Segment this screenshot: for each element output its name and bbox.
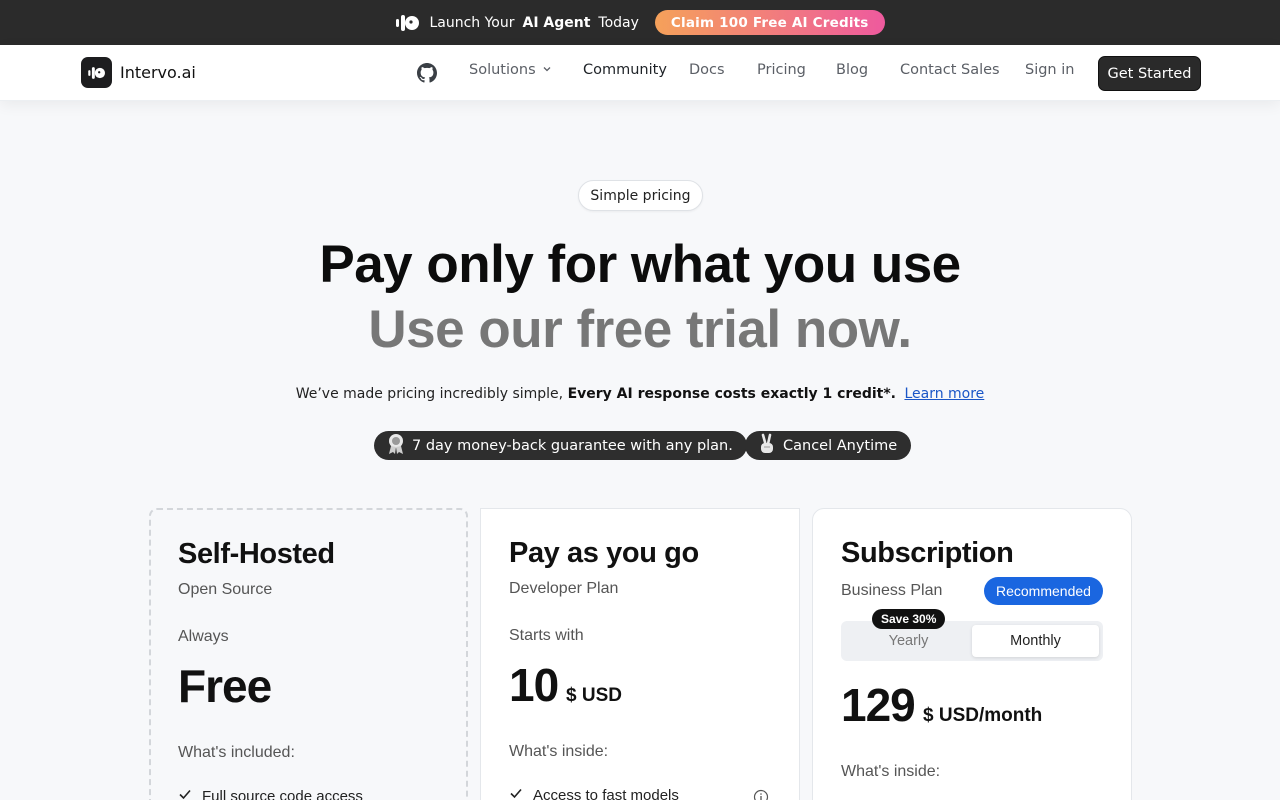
announcement-banner: Launch Your AI Agent Today Claim 100 Fre… (0, 0, 1280, 45)
hero-title: Pay only for what you use (319, 235, 961, 294)
recommended-badge: Recommended (984, 577, 1103, 605)
nav-community-label: Community (583, 62, 667, 78)
chevron-down-icon (542, 62, 552, 78)
payg-subtitle: Developer Plan (509, 580, 619, 597)
subscription-included-label: What's inside: (841, 763, 941, 780)
hero-subtitle: Use our free trial now. (368, 300, 912, 359)
pricing-description-bold: Every AI response costs exactly 1 credit… (567, 386, 896, 402)
nav-solutions-label: Solutions (469, 62, 536, 78)
self-hosted-subtitle: Open Source (178, 581, 273, 598)
victory-hand-icon (757, 433, 777, 459)
checkmark-icon (509, 786, 523, 800)
self-hosted-feature-text: Full source code access (202, 787, 363, 800)
nav-docs[interactable]: Docs (689, 62, 725, 78)
cancel-anytime-chip: Cancel Anytime (745, 431, 912, 460)
pricing-description: We’ve made pricing incredibly simple, Ev… (0, 386, 1280, 402)
self-hosted-feature-item: Full source code access (178, 787, 363, 800)
brand-link[interactable]: Intervo.ai (81, 57, 196, 88)
pricing-description-prefix: We’ve made pricing incredibly simple, (295, 386, 564, 402)
guarantee-chip: 7 day money-back guarantee with any plan… (374, 431, 747, 460)
payg-price-label: Starts with (509, 627, 584, 644)
subscription-subtitle: Business Plan (841, 582, 943, 599)
self-hosted-included-label: What's included: (178, 744, 295, 761)
brand-name: Intervo.ai (120, 63, 196, 82)
nav-contact-sales-label: Contact Sales (900, 62, 1000, 78)
github-icon[interactable] (417, 63, 437, 83)
nav-solutions[interactable]: Solutions (469, 62, 552, 78)
payg-feature-text: Access to fast models (533, 786, 679, 800)
nav-contact-sales[interactable]: Contact Sales (900, 62, 1000, 78)
banner-highlight: AI Agent (522, 14, 591, 31)
save-percent-badge: Save 30% (872, 609, 946, 629)
payg-price: 10 (509, 659, 559, 711)
guarantee-text: 7 day money-back guarantee with any plan… (412, 437, 733, 454)
info-icon[interactable] (753, 789, 769, 800)
checkmark-icon (178, 787, 192, 800)
brand-logo-icon (81, 57, 112, 88)
nav-pricing[interactable]: Pricing (757, 62, 806, 78)
subscription-price: 129 (841, 679, 916, 731)
nav-blog-label: Blog (836, 62, 869, 78)
award-ribbon-icon (386, 433, 406, 459)
self-hosted-price-label: Always (178, 628, 229, 645)
payg-included-label: What's inside: (509, 743, 609, 760)
payg-title: Pay as you go (509, 537, 699, 569)
toggle-yearly[interactable]: Yearly (845, 625, 972, 657)
nav-pricing-label: Pricing (757, 62, 806, 78)
nav-sign-in[interactable]: Sign in (1025, 62, 1074, 78)
claim-credits-button[interactable]: Claim 100 Free AI Credits (654, 10, 885, 35)
subscription-title: Subscription (841, 537, 1014, 569)
subscription-price-unit: $ USD/month (923, 705, 1043, 726)
nav-sign-in-label: Sign in (1025, 62, 1075, 78)
banner-suffix: Today (598, 14, 639, 31)
self-hosted-price: Free (178, 660, 272, 712)
self-hosted-title: Self-Hosted (178, 538, 335, 570)
learn-more-link[interactable]: Learn more (904, 386, 984, 402)
nav-docs-label: Docs (689, 62, 725, 78)
nav-community[interactable]: Community (583, 62, 667, 78)
payg-feature-item: Access to fast models (509, 786, 679, 800)
get-started-button[interactable]: Get Started (1098, 56, 1201, 91)
toggle-monthly[interactable]: Monthly (972, 625, 1099, 657)
intervo-logo-icon (395, 13, 421, 33)
simple-pricing-pill: Simple pricing (578, 180, 703, 211)
top-navigation: Intervo.ai Solutions Community Docs Pric… (0, 45, 1280, 101)
nav-blog[interactable]: Blog (836, 62, 868, 78)
banner-prefix: Launch Your (429, 14, 515, 31)
payg-price-unit: $ USD (566, 685, 622, 706)
cancel-anytime-text: Cancel Anytime (783, 437, 898, 454)
